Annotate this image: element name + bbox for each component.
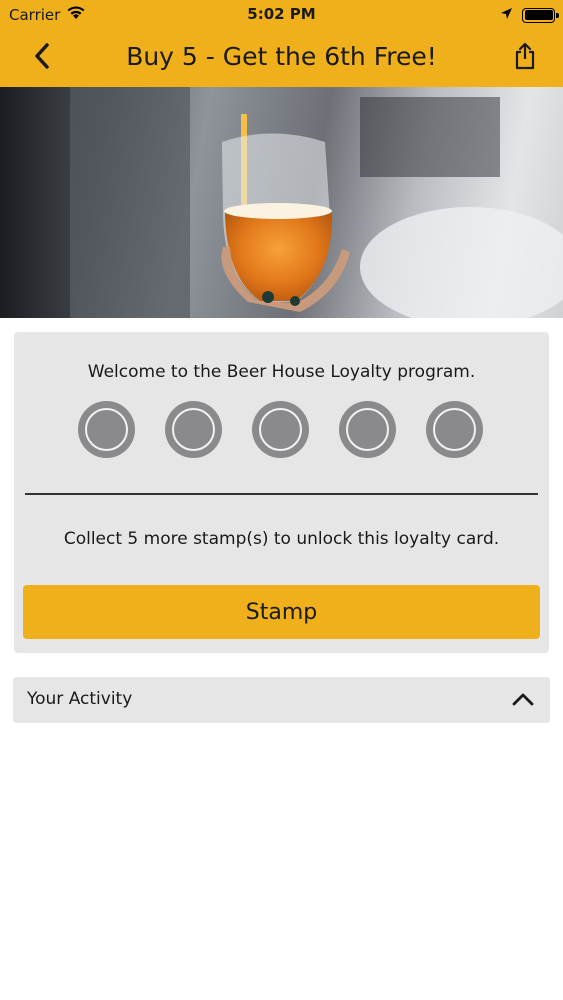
share-icon bbox=[513, 42, 537, 74]
chevron-left-icon bbox=[34, 43, 50, 73]
beer-glass-photo bbox=[0, 87, 563, 318]
location-arrow-icon bbox=[500, 6, 513, 24]
status-bar: Carrier 5:02 PM bbox=[0, 0, 563, 30]
loyalty-card: Welcome to the Beer House Loyalty progra… bbox=[14, 332, 549, 653]
navigation-bar: Buy 5 - Get the 6th Free! bbox=[0, 30, 563, 87]
hero-image bbox=[0, 87, 563, 318]
divider bbox=[25, 493, 538, 495]
header-bar: Carrier 5:02 PM Buy 5 - Get the 6th Free… bbox=[0, 0, 563, 87]
your-activity-section[interactable]: Your Activity bbox=[13, 677, 550, 723]
status-right bbox=[500, 6, 559, 24]
battery-icon bbox=[522, 7, 559, 23]
collect-instructions: Collect 5 more stamp(s) to unlock this l… bbox=[63, 529, 500, 549]
chevron-up-icon[interactable] bbox=[512, 691, 534, 710]
stamp-slot bbox=[252, 401, 309, 458]
back-button[interactable] bbox=[22, 40, 62, 76]
stamp-slot bbox=[165, 401, 222, 458]
stamp-slot bbox=[426, 401, 483, 458]
page-title: Buy 5 - Get the 6th Free! bbox=[126, 42, 437, 71]
welcome-text: Welcome to the Beer House Loyalty progra… bbox=[87, 362, 476, 382]
stamp-button[interactable]: Stamp bbox=[23, 585, 540, 639]
status-time: 5:02 PM bbox=[247, 5, 316, 23]
stamp-slot bbox=[78, 401, 135, 458]
stamp-slot bbox=[339, 401, 396, 458]
stamp-row bbox=[78, 401, 483, 458]
share-button[interactable] bbox=[505, 40, 545, 76]
your-activity-label: Your Activity bbox=[27, 689, 133, 709]
